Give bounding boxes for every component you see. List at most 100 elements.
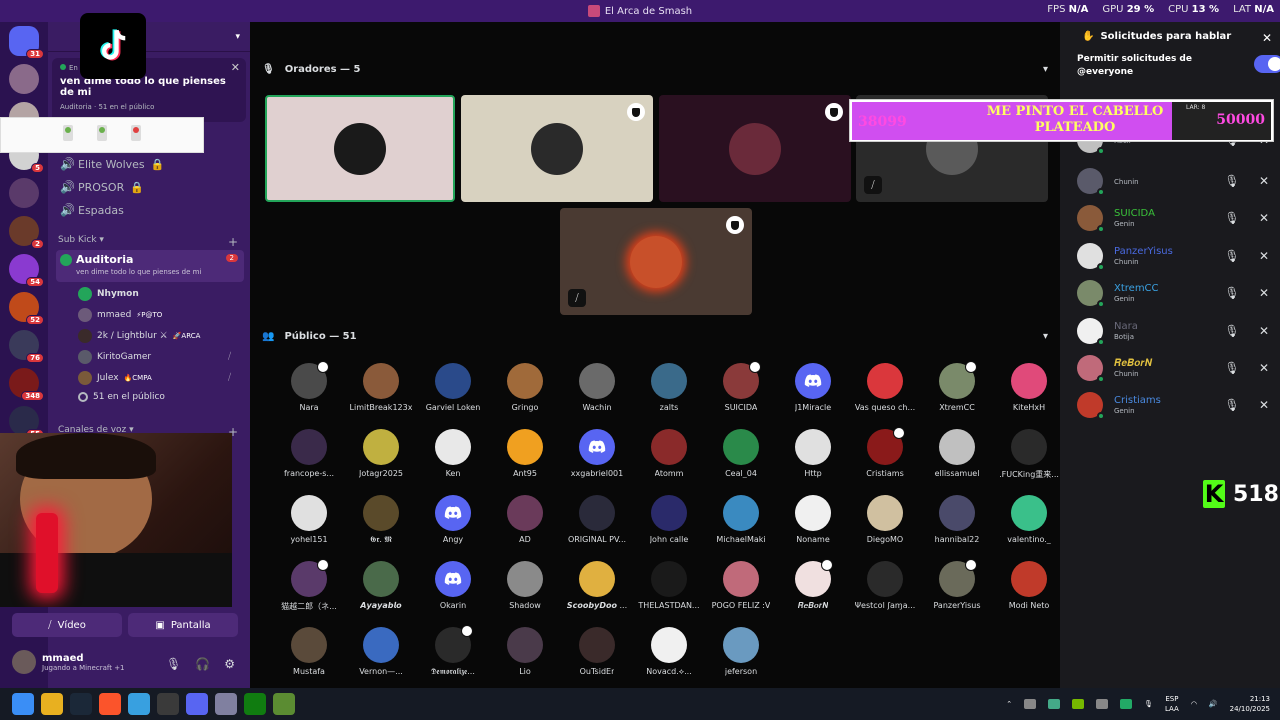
server-icon[interactable]: 2 xyxy=(9,216,44,249)
server-icon[interactable]: 54 xyxy=(9,254,44,287)
audience-member[interactable]: AD xyxy=(489,495,561,547)
dismiss-icon[interactable]: ✕ xyxy=(1251,280,1277,306)
invite-to-speak-icon[interactable]: 🎙 xyxy=(1219,392,1245,418)
clock[interactable]: 21:13 24/10/2025 xyxy=(1230,694,1270,714)
audience-member[interactable]: Shadow xyxy=(489,561,561,613)
server-icon[interactable] xyxy=(9,64,39,94)
audience-member[interactable]: ellissamuel xyxy=(921,429,993,481)
audience-member[interactable]: Ant95 xyxy=(489,429,561,481)
invite-to-speak-icon[interactable]: 🎙 xyxy=(1219,168,1245,194)
audience-member[interactable]: xxgabriel001 xyxy=(561,429,633,481)
user-panel[interactable]: mmaed Jugando a Minecraft +1 xyxy=(12,650,125,674)
audience-member[interactable]: yohel151 xyxy=(273,495,345,547)
brave-icon[interactable] xyxy=(99,693,121,715)
invite-to-speak-icon[interactable]: 🎙 xyxy=(1219,243,1245,269)
dismiss-icon[interactable]: ✕ xyxy=(1251,168,1277,194)
language-indicator[interactable]: ESP LAA xyxy=(1165,694,1179,714)
server-icon[interactable]: 76 xyxy=(9,330,44,363)
tray-icon[interactable] xyxy=(1024,699,1037,709)
audience-member[interactable]: Garviel Loken xyxy=(417,363,489,415)
audience-member[interactable]: ORIGINAL PV... xyxy=(561,495,633,547)
headphones-icon[interactable]: 🎧 xyxy=(195,657,210,671)
screen-share-button[interactable]: ▣ Pantalla xyxy=(128,613,238,637)
dismiss-icon[interactable]: ✕ xyxy=(1251,355,1277,381)
dismiss-icon[interactable]: ✕ xyxy=(1251,318,1277,344)
audience-member[interactable]: 𝙎𝙘𝙤𝙤𝙗𝙮𝘿𝙤𝙤 ... xyxy=(561,561,633,613)
channel-espadas[interactable]: 🔊 Espadas xyxy=(60,203,124,217)
dismiss-icon[interactable]: ✕ xyxy=(1251,205,1277,231)
server-icon[interactable] xyxy=(9,178,39,208)
audience-member[interactable]: .FUCKing重来... xyxy=(993,429,1065,481)
audience-member[interactable]: THELASTDAN... xyxy=(633,561,705,613)
audience-member[interactable]: Nara xyxy=(273,361,345,415)
speaker-tile[interactable] xyxy=(461,95,653,202)
server-icon[interactable]: 348 xyxy=(9,368,44,401)
add-channel-icon[interactable]: + xyxy=(228,235,238,249)
guild-header[interactable]: sh ▾ xyxy=(48,22,250,52)
speakers-header[interactable]: 🎙 Oradores — 5 ▾ xyxy=(262,64,1048,75)
audience-member[interactable]: KiteHxH xyxy=(993,363,1065,415)
audience-member[interactable]: Ceal_04 xyxy=(705,429,777,481)
bird-app-icon[interactable] xyxy=(128,693,150,715)
audience-member[interactable]: DiegoMO xyxy=(849,495,921,547)
audience-member[interactable]: XtremCC xyxy=(921,361,993,415)
speaker-tile[interactable] xyxy=(265,95,455,202)
dismiss-icon[interactable]: ✕ xyxy=(1251,392,1277,418)
invite-to-speak-icon[interactable]: 🎙 xyxy=(1219,355,1245,381)
server-home[interactable]: 31 xyxy=(9,26,44,59)
audience-member[interactable]: jeferson xyxy=(705,627,777,679)
audience-member[interactable]: Http xyxy=(777,429,849,481)
steam-icon[interactable] xyxy=(70,693,92,715)
audience-member[interactable]: POGO FELIZ :V xyxy=(705,561,777,613)
audience-member[interactable]: SUICIDA xyxy=(705,361,777,415)
file-explorer-icon[interactable] xyxy=(41,693,63,715)
audience-member[interactable]: Vernon—... xyxy=(345,627,417,679)
tray-icon[interactable] xyxy=(1048,699,1061,709)
member-item[interactable]: Julex 🔥CMPA ⧸ xyxy=(78,371,231,385)
audience-member[interactable]: Gringo xyxy=(489,363,561,415)
invite-to-speak-icon[interactable]: 🎙 xyxy=(1219,280,1245,306)
audience-member[interactable]: Angy xyxy=(417,495,489,547)
audience-member[interactable]: PanzerYisus xyxy=(921,559,993,613)
audience-member[interactable]: Ken xyxy=(417,429,489,481)
speaker-tile[interactable]: ⧸ xyxy=(560,208,752,315)
channel-prosor[interactable]: 🔊 PROSOR 🔒 xyxy=(60,180,144,194)
tray-icon[interactable] xyxy=(1096,699,1109,709)
audience-member[interactable]: francope-s... xyxy=(273,429,345,481)
audience-member[interactable]: Wachin xyxy=(561,363,633,415)
member-item[interactable]: mmaed ⚡P@TO xyxy=(78,308,162,322)
audience-member[interactable]: LimitBreak123x xyxy=(345,363,417,415)
audience-member[interactable]: valentino._ xyxy=(993,495,1065,547)
audience-member[interactable]: Cristiams xyxy=(849,427,921,481)
audience-member[interactable]: 𝕲𝖗. 𝕸 xyxy=(345,495,417,547)
member-item[interactable]: 2k / Lightblur ⚔ 🚀ARCA xyxy=(78,329,200,343)
audience-member[interactable]: OuTsidEr xyxy=(561,627,633,679)
discord-icon[interactable] xyxy=(186,693,208,715)
audience-member[interactable]: J1Miracle xyxy=(777,363,849,415)
server-icon[interactable]: 52 xyxy=(9,292,44,325)
xbox-icon[interactable] xyxy=(244,693,266,715)
audience-member[interactable]: Noname xyxy=(777,495,849,547)
dismiss-icon[interactable]: ✕ xyxy=(1251,243,1277,269)
audience-member[interactable]: hannibal22 xyxy=(921,495,993,547)
channel-elite-wolves[interactable]: 🔊 Elite Wolves 🔒 xyxy=(60,157,164,171)
tray-icon[interactable] xyxy=(1120,699,1133,709)
wifi-icon[interactable]: ◠ xyxy=(1191,700,1197,708)
audience-member[interactable]: 𝑹𝒆𝑩𝒐𝒓𝑵 xyxy=(777,559,849,613)
calculator-icon[interactable] xyxy=(215,693,237,715)
audience-member[interactable]: Okarin xyxy=(417,561,489,613)
category-sub-kick[interactable]: Sub Kick ▾ + xyxy=(58,235,238,249)
video-button[interactable]: ⧸ Vídeo xyxy=(12,613,122,637)
invite-to-speak-icon[interactable]: 🎙 xyxy=(1219,205,1245,231)
audience-member[interactable]: Novacd.⟡... xyxy=(633,627,705,679)
close-icon[interactable]: ✕ xyxy=(231,61,240,74)
audience-member[interactable]: Mustafa xyxy=(273,627,345,679)
close-icon[interactable]: ✕ xyxy=(1262,31,1272,45)
audience-member[interactable]: zalts xyxy=(633,363,705,415)
audience-member[interactable]: Lio xyxy=(489,627,561,679)
permission-toggle[interactable] xyxy=(1254,55,1280,73)
audience-member[interactable]: 𝘼𝙮𝙖𝙮𝙖𝙗𝙡𝙤 xyxy=(345,561,417,613)
chevron-up-icon[interactable]: ⌃ xyxy=(1006,700,1012,708)
audience-count[interactable]: 51 en el público xyxy=(78,392,165,402)
member-item[interactable]: Nhymon xyxy=(78,287,139,301)
